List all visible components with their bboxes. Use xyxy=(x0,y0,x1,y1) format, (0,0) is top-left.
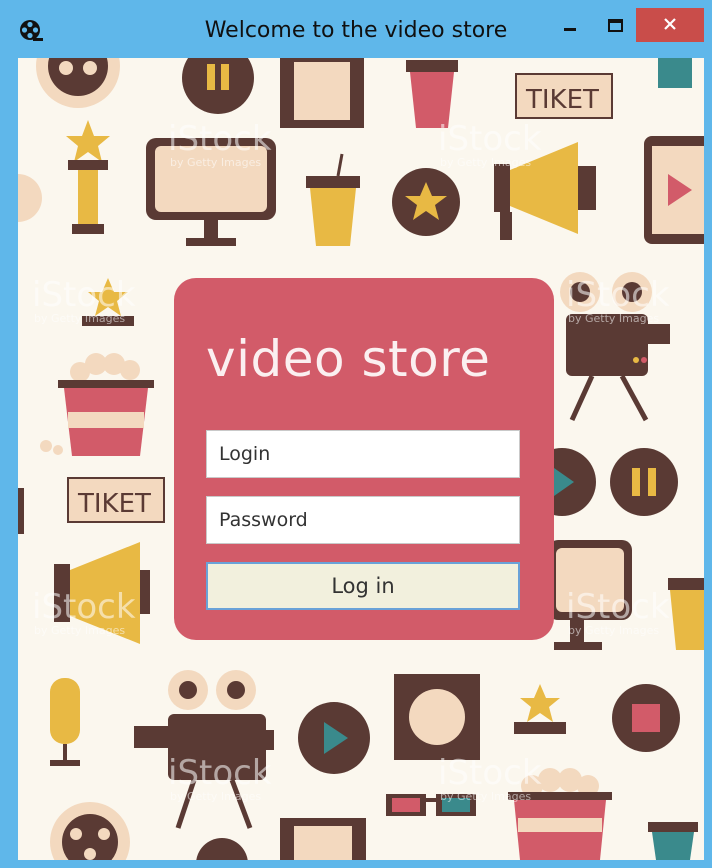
watermark-sub: by Getty Images xyxy=(568,624,659,637)
cup-icon xyxy=(658,58,692,88)
minimize-button[interactable] xyxy=(548,12,592,42)
watermark: iStock xyxy=(438,753,542,793)
tablet-icon xyxy=(18,488,24,534)
login-card: video store Log in xyxy=(174,278,554,640)
watermark: iStock xyxy=(438,119,542,159)
film-reel-icon xyxy=(36,58,120,108)
award-icon xyxy=(66,120,110,234)
ticket-icon: TIKET xyxy=(515,73,613,119)
star-badge-icon xyxy=(392,168,460,236)
watermark: iStock xyxy=(566,587,670,627)
film-reel-icon xyxy=(50,802,130,860)
film-strip-icon xyxy=(280,818,366,860)
app-window: Welcome to the video store TIKET TIKET i… xyxy=(0,0,712,868)
cup-icon xyxy=(306,153,360,246)
watermark-sub: by Getty Images xyxy=(34,624,125,637)
watermark: iStock xyxy=(566,275,670,315)
watermark: iStock xyxy=(168,753,272,793)
watermark-sub: by Getty Images xyxy=(170,790,261,803)
microphone-icon xyxy=(50,678,80,766)
close-button[interactable] xyxy=(636,8,704,42)
award-icon xyxy=(514,684,566,734)
spotlight-icon xyxy=(394,674,480,760)
watermark: iStock xyxy=(32,587,136,627)
film-strip-icon xyxy=(280,58,364,128)
film-reel-icon xyxy=(18,174,42,222)
password-input[interactable] xyxy=(206,496,520,544)
ticket-icon: TIKET xyxy=(67,477,165,523)
pause-icon xyxy=(610,448,678,516)
card-title: video store xyxy=(206,330,491,388)
watermark: iStock xyxy=(32,275,136,315)
stop-icon xyxy=(612,684,680,752)
title-bar[interactable]: Welcome to the video store xyxy=(0,0,712,58)
pause-icon xyxy=(196,838,248,860)
watermark-sub: by Getty Images xyxy=(34,312,125,325)
login-input[interactable] xyxy=(206,430,520,478)
close-icon xyxy=(664,18,676,30)
watermark-sub: by Getty Images xyxy=(170,156,261,169)
ticket-label: TIKET xyxy=(525,85,599,115)
projector-icon xyxy=(134,670,274,829)
pause-icon xyxy=(182,58,254,114)
watermark-sub: by Getty Images xyxy=(568,312,659,325)
popcorn-icon xyxy=(58,353,154,456)
play-icon xyxy=(298,702,370,774)
watermark-sub: by Getty Images xyxy=(440,156,531,169)
maximize-button[interactable] xyxy=(594,12,638,42)
popcorn-icon xyxy=(40,440,63,455)
login-button[interactable]: Log in xyxy=(206,562,520,610)
cup-icon xyxy=(648,822,698,860)
minimize-icon xyxy=(564,28,576,31)
client-area: TIKET TIKET iStock by Getty Images iStoc… xyxy=(18,58,704,860)
cup-icon xyxy=(668,578,704,650)
ticket-label: TIKET xyxy=(77,489,151,519)
tablet-icon xyxy=(644,136,704,244)
watermark-sub: by Getty Images xyxy=(440,790,531,803)
cup-icon xyxy=(406,60,458,128)
watermark: iStock xyxy=(168,119,272,159)
